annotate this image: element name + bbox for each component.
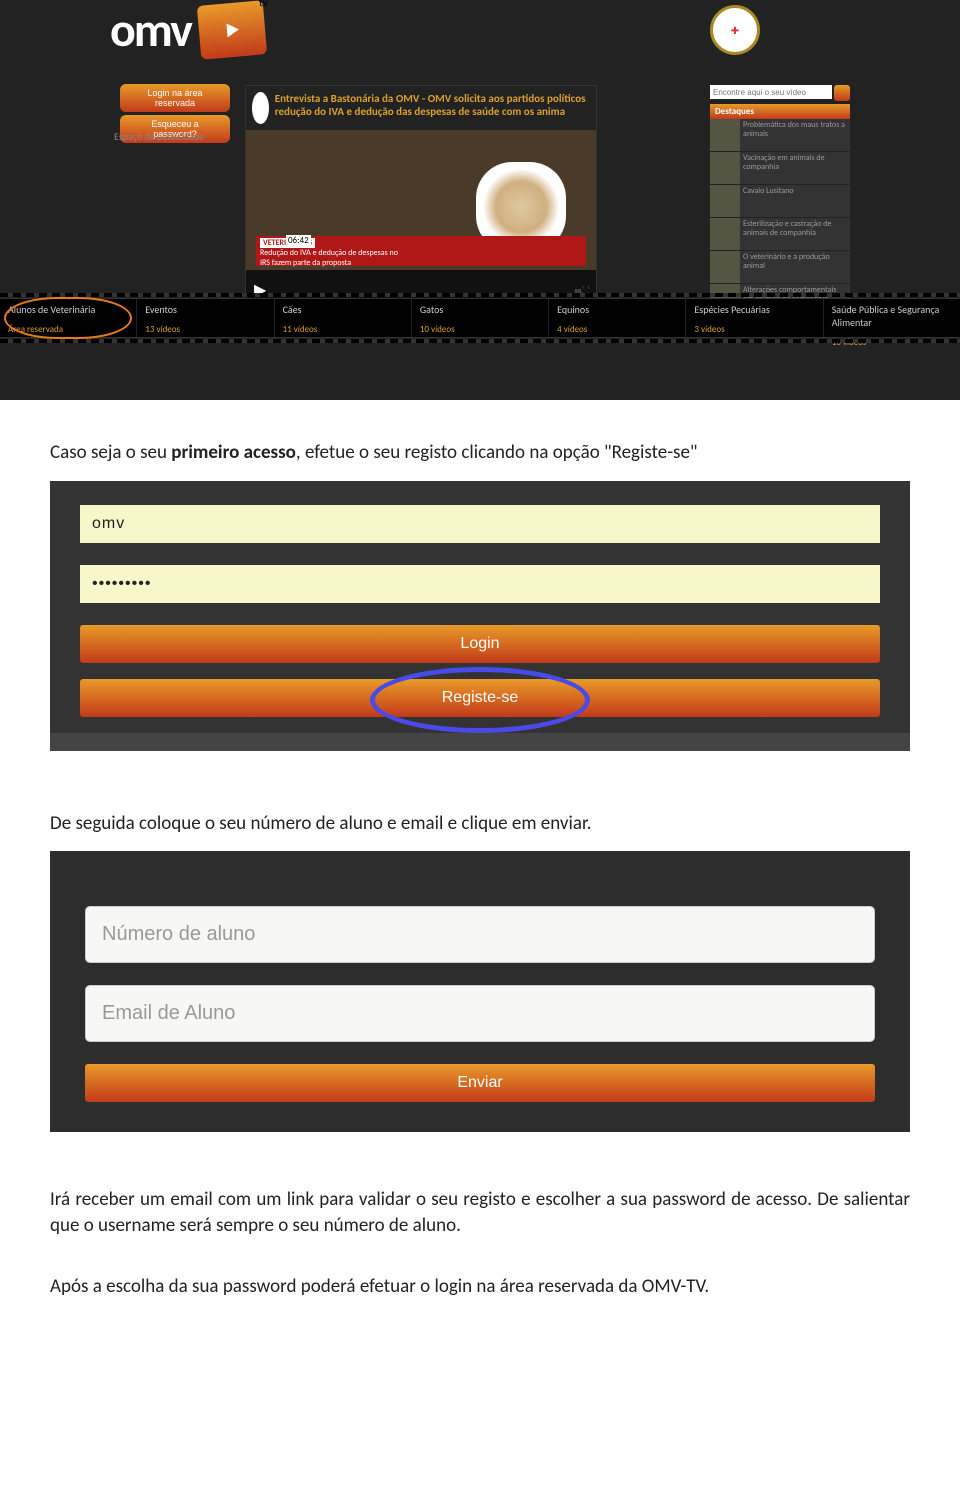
category-item[interactable]: Eventos13 vídeos bbox=[136, 299, 273, 337]
category-item[interactable]: Gatos10 vídeos bbox=[411, 299, 548, 337]
video-player: Entrevista a Bastonária da OMV - OMV sol… bbox=[245, 85, 597, 302]
omvtv-screenshot: omv tv ✚ Login na área reservada Esquece… bbox=[0, 0, 960, 400]
sidebar-item[interactable]: Vacinação em animais de companhia bbox=[710, 152, 850, 184]
search-input[interactable] bbox=[710, 85, 832, 99]
sidebar-item[interactable]: O veterinário e a produção animal bbox=[710, 251, 850, 283]
student-email-input[interactable] bbox=[85, 985, 875, 1042]
search-go-button[interactable] bbox=[834, 85, 850, 101]
play-icon[interactable]: ▶ bbox=[254, 280, 266, 300]
category-item[interactable]: Espécies Pecuárias3 vídeos bbox=[685, 299, 822, 337]
password-input[interactable] bbox=[80, 565, 880, 603]
student-number-input[interactable] bbox=[85, 906, 875, 963]
login-button[interactable]: Login bbox=[80, 625, 880, 663]
category-item[interactable]: Saúde Pública e Segurança Alimentar13 ví… bbox=[823, 299, 960, 337]
instruction-3: Irá receber um email com um link para va… bbox=[50, 1187, 910, 1238]
category-item[interactable]: Alunos de VeterináriaÁrea reservada bbox=[0, 299, 136, 337]
login-form-screenshot: Login Registe-se bbox=[50, 481, 910, 751]
instruction-1: Caso seja o seu primeiro acesso, efetue … bbox=[50, 440, 910, 466]
register-button[interactable]: Registe-se bbox=[80, 679, 880, 717]
instruction-2: De seguida coloque o seu número de aluno… bbox=[50, 811, 910, 837]
timecode: 06:42 bbox=[286, 235, 311, 246]
news-headline: Entrevista a Bastonária da OMV - OMV sol… bbox=[275, 92, 590, 124]
category-item[interactable]: Equinos4 vídeos bbox=[548, 299, 685, 337]
register-form-screenshot: Enviar bbox=[50, 851, 910, 1132]
username-input[interactable] bbox=[80, 505, 880, 543]
destaques-label: Destaques bbox=[710, 104, 850, 119]
sidebar: Destaques Problemática dos maus tratos a… bbox=[710, 85, 850, 317]
category-strip: Alunos de VeterináriaÁrea reservadaEvent… bbox=[0, 298, 960, 338]
sidebar-item[interactable]: Cavalo Lusitano bbox=[710, 185, 850, 217]
login-area-button[interactable]: Login na área reservada bbox=[120, 84, 230, 112]
ad-space-label: Espaço de publicidade bbox=[114, 130, 204, 143]
sidebar-item[interactable]: Problemática dos maus tratos a animais bbox=[710, 119, 850, 151]
sidebar-item[interactable]: Esterilização e castração de animais de … bbox=[710, 218, 850, 250]
video-frame[interactable]: VETERINÁRIOS Redução do IVA e dedução de… bbox=[246, 130, 596, 270]
logo-play-icon: tv bbox=[197, 0, 267, 59]
logo-text: omv bbox=[110, 0, 191, 59]
logo-tv-suffix: tv bbox=[258, 0, 268, 9]
logo-area: omv tv bbox=[110, 0, 265, 59]
omv-crest-icon: ✚ bbox=[710, 5, 760, 63]
instruction-4: Após a escolha da sua password poderá ef… bbox=[50, 1274, 910, 1300]
news-thumb bbox=[252, 92, 269, 124]
category-item[interactable]: Cães11 vídeos bbox=[274, 299, 411, 337]
send-button[interactable]: Enviar bbox=[85, 1064, 875, 1102]
